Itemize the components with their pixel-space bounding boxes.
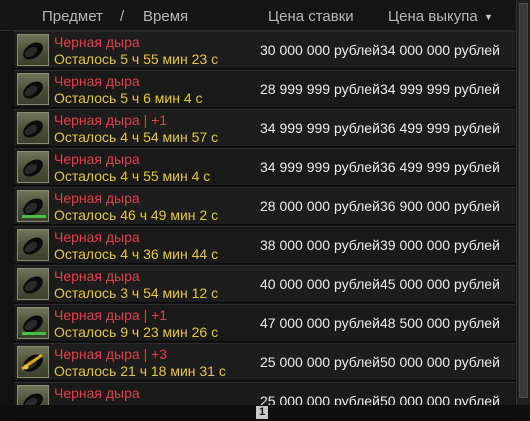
column-header-time[interactable]: Время <box>143 8 188 25</box>
black-hole-artifact-icon <box>17 190 49 222</box>
time-remaining: Осталось 9 ч 23 мин 26 с <box>54 324 219 340</box>
black-hole-artifact-icon <box>17 229 49 261</box>
buyout-price: 34 000 000 рублей <box>380 42 500 58</box>
listing-row[interactable]: Черная дыра Осталось 46 ч 49 мин 2 с 28 00… <box>14 187 515 225</box>
column-header-bid-price[interactable]: Цена ставки <box>268 8 354 25</box>
item-name: Черная дыра <box>54 190 140 206</box>
bid-price: 34 999 999 рублей <box>260 159 380 175</box>
bid-price: 38 000 000 рублей <box>260 237 380 253</box>
table-header: Предмет / Время Цена ставки Цена выкупа … <box>0 0 516 31</box>
bid-price: 25 000 000 рублей <box>260 354 380 370</box>
listing-row[interactable]: Черная дыра Осталось 4 ч 36 мин 44 с 38 00… <box>14 226 515 264</box>
buyout-price: 36 900 000 рублей <box>380 198 500 214</box>
scrollbar[interactable] <box>516 0 530 405</box>
buyout-price: 50 000 000 рублей <box>380 354 500 370</box>
black-hole-artifact-icon <box>17 307 49 339</box>
time-remaining: Осталось 46 ч 49 мин 2 с <box>54 207 219 223</box>
column-header-separator: / <box>120 8 125 25</box>
listing-row[interactable]: Черная дыра | +3 Осталось 21 ч 18 мин 31 … <box>14 343 515 381</box>
listing-row[interactable]: Черная дыра Осталось 5 ч 55 мин 23 с 30 00… <box>14 31 515 69</box>
item-name: Черная дыра <box>54 385 140 401</box>
auction-panel: Предмет / Время Цена ставки Цена выкупа … <box>0 0 530 421</box>
page-button-current[interactable]: 1 <box>256 406 268 419</box>
bid-price: 28 000 000 рублей <box>260 198 380 214</box>
item-name: Черная дыра <box>54 268 140 284</box>
time-remaining: Осталось 3 ч 54 мин 12 с <box>54 285 219 301</box>
time-remaining: Осталось 5 ч 55 мин 23 с <box>54 51 219 67</box>
bid-price: 47 000 000 рублей <box>260 315 380 331</box>
pagination-bar: 1 <box>0 405 530 419</box>
black-hole-artifact-icon <box>17 151 49 183</box>
time-remaining: Осталось 5 ч 6 мин 4 с <box>54 90 203 106</box>
durability-bar <box>22 332 46 335</box>
black-hole-artifact-icon <box>17 346 49 378</box>
item-name: Черная дыра <box>54 229 140 245</box>
time-remaining: Осталось 4 ч 54 мин 57 с <box>54 129 219 145</box>
black-hole-artifact-icon <box>17 268 49 300</box>
bid-price: 28 999 999 рублей <box>260 81 380 97</box>
buyout-price: 48 500 000 рублей <box>380 315 500 331</box>
column-header-buyout-price[interactable]: Цена выкупа <box>388 8 478 25</box>
time-remaining: Осталось 21 ч 18 мин 31 с <box>54 363 226 379</box>
listing-row[interactable]: Черная дыра Осталось 3 ч 54 мин 12 с 40 00… <box>14 265 515 303</box>
item-name: Черная дыра <box>54 151 140 167</box>
bid-price: 30 000 000 рублей <box>260 42 380 58</box>
bid-price: 40 000 000 рублей <box>260 276 380 292</box>
durability-bar <box>22 215 46 218</box>
buyout-price: 36 499 999 рублей <box>380 120 500 136</box>
listing-row[interactable]: Черная дыра Осталось 4 ч 55 мин 4 с 34 999… <box>14 148 515 186</box>
buyout-price: 45 000 000 рублей <box>380 276 500 292</box>
item-name: Черная дыра | +1 <box>54 112 168 128</box>
black-hole-artifact-icon <box>17 34 49 66</box>
black-hole-artifact-icon <box>17 73 49 105</box>
time-remaining: Осталось 4 ч 36 мин 44 с <box>54 246 219 262</box>
listing-row[interactable]: Черная дыра | +1 Осталось 4 ч 54 мин 57 с… <box>14 109 515 147</box>
time-remaining: Осталось 4 ч 55 мин 4 с <box>54 168 211 184</box>
listing-row[interactable]: Черная дыра | +1 Осталось 9 ч 23 мин 26 с… <box>14 304 515 342</box>
column-header-item[interactable]: Предмет <box>42 8 103 25</box>
item-name: Черная дыра | +3 <box>54 346 168 362</box>
buyout-price: 34 999 999 рублей <box>380 81 500 97</box>
listing-list: Черная дыра Осталось 5 ч 55 мин 23 с 30 00… <box>14 31 515 421</box>
buyout-price: 39 000 000 рублей <box>380 237 500 253</box>
bid-price: 34 999 999 рублей <box>260 120 380 136</box>
item-name: Черная дыра <box>54 34 140 50</box>
item-name: Черная дыра | +1 <box>54 307 168 323</box>
black-hole-artifact-icon <box>17 112 49 144</box>
listing-row[interactable]: Черная дыра Осталось 5 ч 6 мин 4 с 28 999 … <box>14 70 515 108</box>
buyout-price: 36 499 999 рублей <box>380 159 500 175</box>
item-name: Черная дыра <box>54 73 140 89</box>
scrollbar-thumb[interactable] <box>519 3 528 398</box>
sort-descending-icon[interactable]: ▼ <box>484 12 493 22</box>
